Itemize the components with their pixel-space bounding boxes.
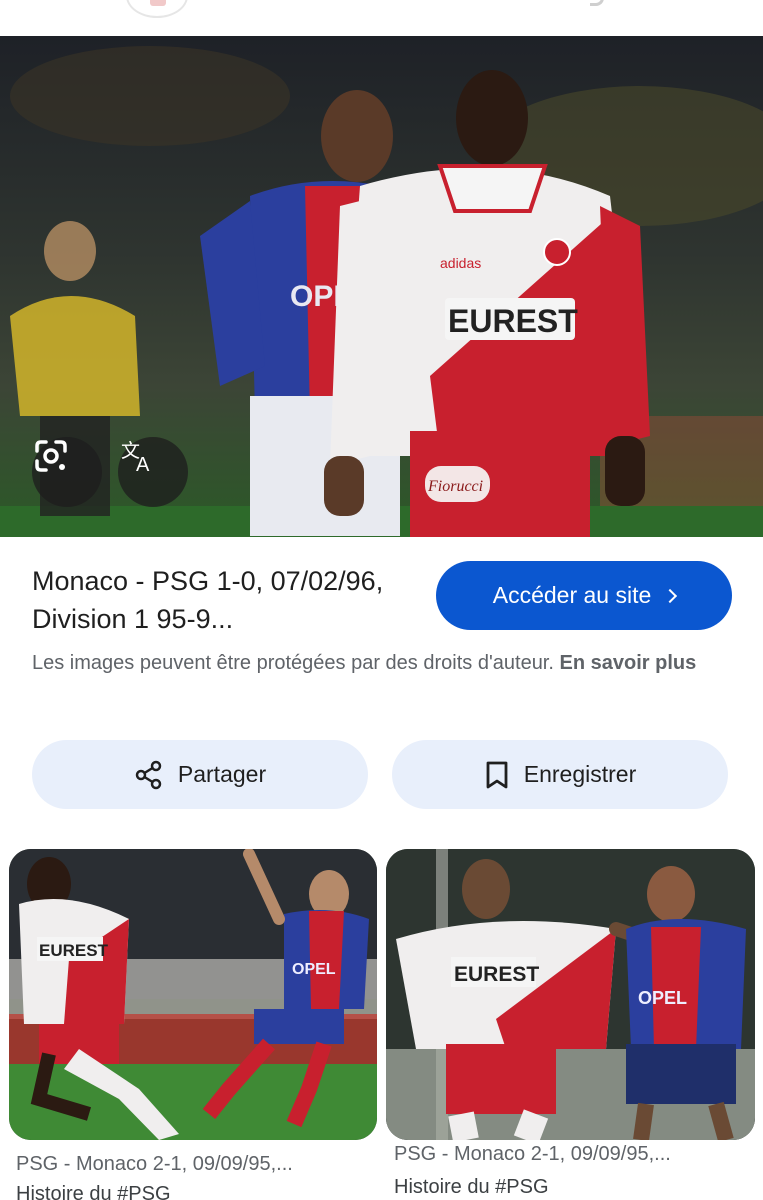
main-image[interactable]: OPEL EUREST adidas Fiorucci 文 A: [0, 36, 763, 537]
partial-icon: [590, 0, 604, 6]
svg-text:A: A: [136, 454, 150, 475]
translate-icon: 文 A: [121, 440, 150, 475]
related-opponent-text: OPEL: [638, 988, 687, 1008]
save-label: Enregistrer: [523, 761, 637, 787]
related-source[interactable]: Histoire du #PSG: [16, 1180, 366, 1200]
hero-shirt-text: EUREST: [448, 303, 578, 339]
share-label: Partager: [177, 761, 267, 787]
related-image[interactable]: EUREST OPEL: [9, 849, 377, 1140]
visit-site-button[interactable]: Accéder au site: [436, 561, 732, 630]
related-caption[interactable]: PSG - Monaco 2-1, 09/09/95,...: [16, 1150, 366, 1178]
related-caption[interactable]: PSG - Monaco 2-1, 09/09/95,...: [394, 1140, 744, 1168]
learn-more-link[interactable]: En savoir plus: [560, 652, 697, 674]
related-opponent-text: OPEL: [292, 961, 336, 978]
hero-brand-text: adidas: [440, 255, 481, 271]
related-shirt-text: EUREST: [39, 941, 109, 960]
related-shirt-text: EUREST: [454, 963, 539, 986]
save-button[interactable]: Enregistrer: [392, 740, 728, 809]
chevron-right-icon: [663, 588, 678, 603]
copyright-text: Les images peuvent être protégées par de…: [32, 652, 554, 674]
page-title[interactable]: Monaco - PSG 1-0, 07/02/96, Division 1 9…: [32, 562, 422, 638]
top-bar: [0, 0, 763, 36]
site-favicon[interactable]: [126, 0, 188, 18]
share-button[interactable]: Partager: [32, 740, 368, 809]
google-lens-button[interactable]: [32, 437, 102, 507]
related-source[interactable]: Histoire du #PSG: [394, 1173, 744, 1200]
translate-button[interactable]: 文 A: [118, 437, 188, 507]
share-icon: [135, 760, 162, 789]
bookmark-icon: [486, 761, 508, 788]
related-image[interactable]: EUREST OPEL: [386, 849, 755, 1140]
visit-site-label: Accéder au site: [492, 582, 652, 608]
hero-shorts-text: Fiorucci: [427, 478, 483, 495]
google-lens-icon: [35, 440, 67, 472]
copyright-notice: Les images peuvent être protégées par de…: [32, 648, 732, 679]
